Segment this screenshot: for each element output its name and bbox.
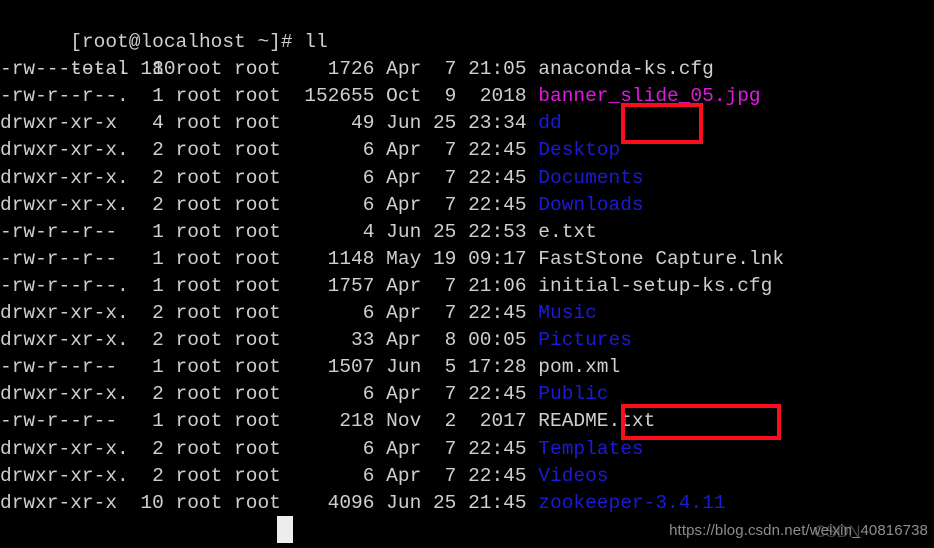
listing-row-name[interactable]: dd xyxy=(538,112,561,134)
listing-row-name[interactable]: Public xyxy=(538,383,608,405)
listing-row-name[interactable]: banner_slide_05.jpg xyxy=(538,85,760,107)
listing-row: drwxr-xr-x. 2 root root 6 Apr 7 22:45 Do… xyxy=(0,165,934,192)
listing-row: -rw-------. 1 root root 1726 Apr 7 21:05… xyxy=(0,56,934,83)
listing-row-meta: -rw-r--r--. 1 root root 152655 Oct 9 201… xyxy=(0,85,539,108)
listing-row: drwxr-xr-x. 2 root root 6 Apr 7 22:45 De… xyxy=(0,137,934,164)
listing-row-meta: drwxr-xr-x. 2 root root 6 Apr 7 22:45 xyxy=(0,193,539,216)
listing-row-name[interactable]: Desktop xyxy=(538,139,620,161)
listing-row-name[interactable]: Templates xyxy=(538,438,643,460)
listing-row: drwxr-xr-x. 2 root root 6 Apr 7 22:45 Vi… xyxy=(0,463,934,490)
listing-row-meta: -rw-r--r-- 1 root root 4 Jun 25 22:53 xyxy=(0,220,539,243)
prompt-line-top: [root@localhost ~]# ll xyxy=(0,2,934,53)
typed-command: ll xyxy=(304,31,328,54)
listing-row-name[interactable]: README.txt xyxy=(538,410,655,432)
listing-row: -rw-r--r--. 1 root root 1757 Apr 7 21:06… xyxy=(0,273,934,300)
listing-row-meta: -rw-r--r--. 1 root root 1757 Apr 7 21:06 xyxy=(0,274,539,297)
listing-row-meta: -rw-------. 1 root root 1726 Apr 7 21:05 xyxy=(0,58,539,81)
listing-row-meta: drwxr-xr-x. 2 root root 6 Apr 7 22:45 xyxy=(0,464,539,487)
listing-row: drwxr-xr-x. 2 root root 6 Apr 7 22:45 Mu… xyxy=(0,300,934,327)
listing-row-name[interactable]: e.txt xyxy=(538,221,597,243)
listing-row-meta: drwxr-xr-x. 2 root root 6 Apr 7 22:45 xyxy=(0,166,539,189)
listing-row: drwxr-xr-x. 2 root root 33 Apr 8 00:05 P… xyxy=(0,327,934,354)
listing-row-meta: drwxr-xr-x 4 root root 49 Jun 25 23:34 xyxy=(0,112,539,135)
listing-row: drwxr-xr-x. 2 root root 6 Apr 7 22:45 Do… xyxy=(0,192,934,219)
listing-row: -rw-r--r-- 1 root root 1148 May 19 09:17… xyxy=(0,246,934,273)
listing-row: drwxr-xr-x. 2 root root 6 Apr 7 22:45 Te… xyxy=(0,436,934,463)
listing-row-name[interactable]: Music xyxy=(538,302,597,324)
listing-row: -rw-r--r-- 1 root root 218 Nov 2 2017 RE… xyxy=(0,408,934,435)
listing-row-name[interactable]: pom.xml xyxy=(538,356,620,378)
listing-row: drwxr-xr-x 4 root root 49 Jun 25 23:34 d… xyxy=(0,110,934,137)
listing-row: drwxr-xr-x 10 root root 4096 Jun 25 21:4… xyxy=(0,490,934,517)
listing-row-meta: drwxr-xr-x 10 root root 4096 Jun 25 21:4… xyxy=(0,491,539,514)
listing-row-name[interactable]: FastStone Capture.lnk xyxy=(538,248,784,270)
shell-prompt: [root@localhost ~]# xyxy=(70,31,305,54)
terminal-window[interactable]: [root@localhost ~]# ll total 180 -rw----… xyxy=(0,0,934,548)
listing-row: -rw-r--r--. 1 root root 152655 Oct 9 201… xyxy=(0,83,934,110)
listing-row-name[interactable]: Pictures xyxy=(538,329,632,351)
terminal-output: [root@localhost ~]# ll total 180 -rw----… xyxy=(0,2,934,548)
listing-row: drwxr-xr-x. 2 root root 6 Apr 7 22:45 Pu… xyxy=(0,381,934,408)
listing-row-name[interactable]: Documents xyxy=(538,167,643,189)
file-listing: -rw-------. 1 root root 1726 Apr 7 21:05… xyxy=(0,56,934,517)
listing-row-name[interactable]: initial-setup-ks.cfg xyxy=(538,275,772,297)
listing-row-meta: -rw-r--r-- 1 root root 1148 May 19 09:17 xyxy=(0,247,539,270)
listing-row: -rw-r--r-- 1 root root 4 Jun 25 22:53 e.… xyxy=(0,219,934,246)
listing-row-meta: -rw-r--r-- 1 root root 218 Nov 2 2017 xyxy=(0,410,539,433)
listing-row-name[interactable]: zookeeper-3.4.11 xyxy=(538,492,725,514)
listing-row: -rw-r--r-- 1 root root 1507 Jun 5 17:28 … xyxy=(0,354,934,381)
text-cursor xyxy=(277,516,293,543)
listing-row-meta: drwxr-xr-x. 2 root root 6 Apr 7 22:45 xyxy=(0,139,539,162)
blog-url-watermark: https://blog.csdn.net/weixin_40816738 xyxy=(669,521,928,539)
listing-row-meta: drwxr-xr-x. 2 root root 6 Apr 7 22:45 xyxy=(0,437,539,460)
listing-row-meta: -rw-r--r-- 1 root root 1507 Jun 5 17:28 xyxy=(0,356,539,379)
listing-row-meta: drwxr-xr-x. 2 root root 33 Apr 8 00:05 xyxy=(0,329,539,352)
listing-row-name[interactable]: Downloads xyxy=(538,194,643,216)
listing-row-meta: drwxr-xr-x. 2 root root 6 Apr 7 22:45 xyxy=(0,383,539,406)
listing-row-meta: drwxr-xr-x. 2 root root 6 Apr 7 22:45 xyxy=(0,302,539,325)
listing-row-name[interactable]: Videos xyxy=(538,465,608,487)
listing-row-name[interactable]: anaconda-ks.cfg xyxy=(538,58,714,80)
